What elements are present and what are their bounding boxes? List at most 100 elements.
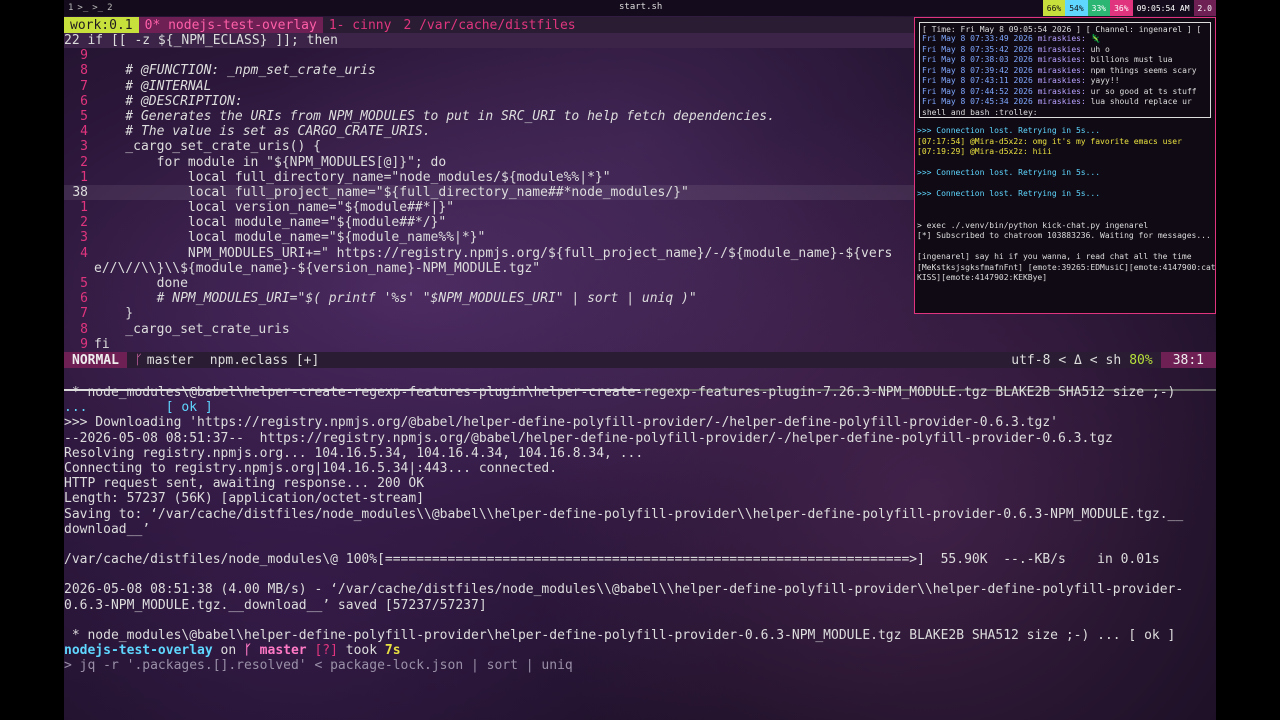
chat-header: [ Time: Fri May 8 09:05:54 2026 ] [ Chan…: [922, 25, 1202, 34]
chat-timestamp: Fri May 8 07:45:34 2026: [922, 97, 1033, 106]
code-text: NPM_MODULES_URI+=" https://registry.npmj…: [94, 245, 893, 261]
line-number: 7: [80, 306, 88, 322]
workspace-2[interactable]: >_: [77, 3, 88, 13]
chat-log-line: [*] Subscribed to chatroom 103883236. Wa…: [917, 231, 1211, 240]
vim-line: 7 # @INTERNAL: [64, 79, 916, 94]
chat-message: Fri May 8 07:45:34 2026 miraskies: lua s…: [922, 97, 1208, 108]
shell-pane[interactable]: * node_modules\@babel\helper-create-rege…: [64, 385, 1216, 720]
line-number: 1: [80, 200, 88, 216]
chat-username: miraskies:: [1037, 34, 1086, 43]
shell-output-line: --2026-05-08 08:51:37-- https://registry…: [64, 430, 1113, 446]
vim-line: 1 local full_directory_name="node_module…: [64, 170, 916, 185]
chat-log-line: KISS][emote:4147902:KEKBye]: [917, 273, 1048, 282]
prompt-on: on: [220, 643, 237, 659]
code-text: # The value is set as CARGO_CRATE_URIS.: [94, 124, 431, 140]
chat-log-line: > exec ./.venv/bin/python kick-chat.py i…: [917, 220, 1149, 230]
tmux-window-tab[interactable]: 1- cinny: [323, 17, 398, 33]
vim-line: 4 NPM_MODULES_URI+=" https://registry.np…: [64, 246, 916, 261]
line-number: 2: [80, 215, 88, 231]
chat-username: miraskies:: [1037, 65, 1086, 75]
chat-text: shell and bash :trolley:: [922, 107, 1038, 117]
chat-timestamp: Fri May 8 07:38:03 2026: [922, 55, 1033, 64]
vim-line: 2 local module_name="${module##*/}": [64, 215, 916, 230]
vim-line: 38 local full_project_name="${full_direc…: [64, 184, 916, 201]
stat-item: 33%: [1087, 0, 1111, 16]
window-title: start.sh: [619, 2, 663, 12]
code-text: local module_name="${module_name%%|*}": [94, 230, 486, 246]
line-number: 8: [80, 63, 88, 79]
chat-log-line: [07:17:54] @Mira-d5x2z: omg it's my favo…: [917, 136, 1182, 146]
shell-output-line: HTTP request sent, awaiting response... …: [64, 476, 425, 492]
shell-output-line: * node_modules\@babel\helper-define-poly…: [64, 628, 1176, 643]
chat-log-line: [917, 210, 1215, 221]
workspace-1[interactable]: 1: [68, 3, 73, 13]
chat-panel[interactable]: [ Time: Fri May 8 09:05:54 2026 ] [ Chan…: [914, 17, 1216, 314]
vim-line: 6 # @DESCRIPTION:: [64, 94, 916, 109]
line-number: 9: [80, 48, 88, 64]
stat-item: 36%: [1110, 0, 1133, 16]
chat-log-line: [07:19:29] @Mira-d5x2z: hiii: [917, 147, 1052, 156]
desktop-screen: 1 >_ >_ 2 start.sh 66% 54% 33% 36% 09:05:54 AM 2…: [64, 0, 1216, 720]
tmux-window-tab[interactable]: 0* nodejs-test-overlay: [138, 17, 323, 33]
chat-timestamp: Fri May 8 07:39:42 2026: [922, 65, 1033, 75]
shell-output-line: Saving to: ‘/var/cache/distfiles/node_mo…: [64, 506, 1184, 522]
vim-line: 3 local module_name="${module_name%%|*}": [64, 230, 916, 245]
chat-username: miraskies:: [1037, 86, 1086, 96]
chat-text: npm things seems scary: [1090, 65, 1197, 75]
line-number: 5: [80, 108, 88, 124]
vim-mode: NORMAL: [64, 352, 127, 368]
chat-log-line: [917, 179, 1215, 190]
line-number: 1: [80, 169, 88, 185]
chat-text: 🦎: [1090, 34, 1101, 43]
stat-item: 2.0: [1193, 0, 1216, 16]
code-text: }: [94, 306, 134, 322]
vim-line: 1 local version_name="${module##*|}": [64, 200, 916, 215]
chat-log-line: [917, 158, 1215, 169]
vim-editor[interactable]: 22 if [[ -z ${_NPM_ECLASS} ]]; then 98 #…: [64, 33, 916, 352]
chat-text: lua should replace ur: [1090, 97, 1192, 106]
chat-message: Fri May 8 07:35:42 2026 miraskies: uh o: [922, 45, 1208, 56]
tmux-window-tab[interactable]: 2 /var/cache/distfiles: [397, 17, 581, 33]
prompt-status: [?]: [314, 643, 338, 659]
vim-top-line-text: 22 if [[ -z ${_NPM_ECLASS} ]]; then: [64, 33, 338, 48]
chat-message: Fri May 8 07:33:49 2026 miraskies: 🦎: [922, 34, 1208, 45]
line-number: 8: [80, 321, 88, 337]
chat-text: billions must lua: [1090, 55, 1173, 64]
line-number: [64, 261, 94, 276]
stat-item: 66%: [1042, 0, 1066, 16]
workspace-3[interactable]: >_: [92, 3, 103, 13]
shell-output-line: [64, 613, 1216, 628]
line-number: 38: [72, 184, 88, 200]
line-number: 2: [80, 154, 88, 170]
line-number: 4: [80, 124, 88, 140]
chat-log-line: [ingenarel] say hi if you wanna, i read …: [917, 252, 1192, 261]
code-text: _cargo_set_crate_uris: [94, 321, 290, 337]
shell-output-line: Resolving registry.npmjs.org... 104.16.5…: [64, 445, 644, 461]
workspace-list[interactable]: 1 >_ >_ 2: [64, 3, 113, 13]
stat-item: 09:05:54 AM: [1132, 0, 1194, 16]
line-number: 6: [80, 93, 88, 109]
chat-message: Fri May 8 07:43:11 2026 miraskies: yayy!…: [922, 76, 1208, 87]
chat-log-line: [917, 242, 1215, 253]
chat-window: [ Time: Fri May 8 09:05:54 2026 ] [ Chan…: [919, 22, 1211, 118]
line-number: 4: [80, 245, 88, 261]
vim-line: 5 done: [64, 276, 916, 291]
code-text: for module in "${NPM_MODULES[@]}"; do: [94, 154, 447, 170]
vim-line: 6 # NPM_MODULES_URI="$( printf '%s' "$NP…: [64, 291, 916, 306]
shell-output-line: [64, 567, 1216, 582]
line-number: 7: [80, 78, 88, 94]
vim-line: 8 # @FUNCTION: _npm_set_crate_uris: [64, 63, 916, 78]
code-text: local full_directory_name="node_modules/…: [94, 169, 611, 185]
workspace-4[interactable]: 2: [107, 3, 112, 13]
vim-line: 8 _cargo_set_crate_uris: [64, 322, 916, 337]
chat-log-line: >>> Connection lost. Retrying in 5s...: [917, 168, 1101, 177]
shell-output-line: /var/cache/distfiles/node_modules\@ 100%…: [64, 552, 1160, 568]
code-text: local full_project_name="${full_director…: [94, 184, 689, 200]
shell-command-input[interactable]: > jq -r '.packages.[].resolved' < packag…: [64, 658, 1216, 673]
code-text: done: [94, 276, 188, 291]
shell-output-line: >>> Downloading 'https://registry.npmjs.…: [64, 415, 1058, 431]
chat-message: Fri May 8 07:44:52 2026 miraskies: ur so…: [922, 87, 1208, 98]
prompt-took: took: [345, 643, 378, 659]
code-text: local module_name="${module##*/}": [94, 215, 447, 231]
chat-text: ur so good at ts stuff: [1090, 86, 1197, 96]
